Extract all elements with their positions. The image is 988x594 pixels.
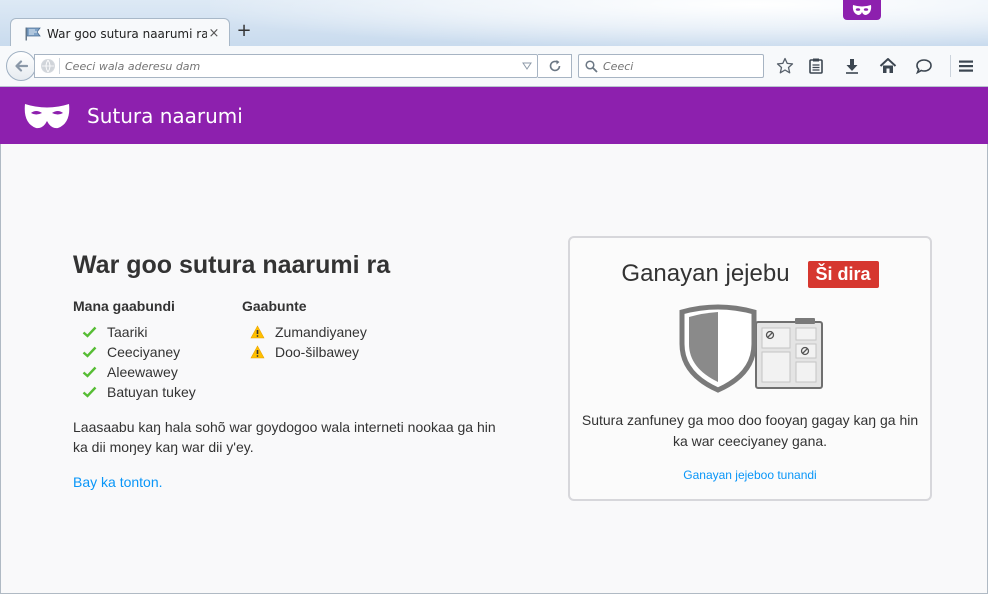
tab-close-icon[interactable]: × (207, 26, 221, 41)
check-icon (82, 385, 97, 399)
home-icon (879, 58, 897, 73)
saved-list: Taariki Ceeciyaney Aleewawey Batuyan tuk… (82, 322, 196, 402)
mask-icon (852, 5, 872, 15)
page-title: Sutura naarumi (87, 103, 243, 128)
clipboard-icon (809, 58, 823, 74)
list-item: Doo-šilbawey (250, 342, 367, 362)
back-arrow-icon (15, 60, 28, 72)
saved-item-label: Taariki (107, 324, 148, 340)
tab-title: War goo sutura naarumi ra (47, 26, 207, 41)
check-icon (82, 365, 97, 379)
kept-heading: Gaabunte (242, 298, 307, 314)
shield-illustration-icon (679, 304, 823, 393)
url-bar[interactable] (34, 54, 538, 78)
menu-button[interactable] (955, 55, 977, 77)
private-browsing-description: Laasaabu kaŋ hala sohõ war goydogoo wala… (73, 419, 496, 455)
private-browsing-header: Sutura naarumi (0, 87, 988, 144)
hamburger-menu-icon (959, 60, 973, 72)
tracking-protection-card: Ganayan jejebu Ši dira Sutura zanfuney g… (568, 236, 932, 501)
tracking-protection-description: Sutura zanfuney ga moo doo fooyaŋ gagay … (581, 412, 919, 449)
star-icon (776, 57, 794, 74)
saved-heading: Mana gaabundi (73, 298, 175, 314)
back-button[interactable] (6, 51, 36, 81)
new-tab-button[interactable]: + (236, 22, 252, 40)
bookmark-button[interactable] (774, 55, 796, 77)
list-item: Batuyan tukey (82, 382, 196, 402)
speech-bubble-icon (916, 59, 932, 75)
reading-list-button[interactable] (805, 55, 827, 77)
reload-icon (549, 60, 560, 72)
tracking-protection-link[interactable]: Ganayan jejeboo tunandi (570, 468, 930, 482)
saved-item-label: Batuyan tukey (107, 384, 196, 400)
tab-active[interactable]: War goo sutura naarumi ra × (10, 18, 230, 48)
private-page-favicon-icon (25, 26, 41, 42)
search-icon (585, 59, 599, 73)
url-separator (59, 58, 60, 74)
warning-icon (250, 325, 265, 339)
url-dropdown-icon[interactable] (517, 55, 537, 77)
tracking-protection-title-row: Ganayan jejebu Ši dira (570, 260, 930, 288)
tracking-protection-title: Ganayan jejebu (621, 260, 790, 287)
private-browsing-heading: War goo sutura naarumi ra (73, 251, 391, 279)
saved-item-label: Ceeciyaney (107, 344, 181, 360)
reload-button[interactable] (538, 54, 572, 78)
window-titlebar: War goo sutura naarumi ra × + (0, 0, 988, 48)
kept-item-label: Doo-šilbawey (275, 344, 360, 360)
globe-icon (41, 59, 55, 73)
check-icon (82, 325, 97, 339)
kept-list: Zumandiyaney Doo-šilbawey (250, 322, 367, 362)
check-icon (82, 345, 97, 359)
search-input[interactable] (603, 59, 763, 73)
warning-icon (250, 345, 265, 359)
toolbar-separator (950, 55, 951, 77)
list-item: Taariki (82, 322, 196, 342)
mask-icon (23, 100, 71, 132)
tracking-protection-status-badge: Ši dira (807, 260, 879, 288)
kept-item-label: Zumandiyaney (275, 324, 367, 340)
list-item: Aleewawey (82, 362, 196, 382)
search-bar[interactable] (578, 54, 764, 78)
url-input[interactable] (65, 59, 517, 73)
list-item: Ceeciyaney (82, 342, 196, 362)
home-button[interactable] (877, 55, 899, 77)
navigation-toolbar (0, 46, 988, 87)
list-item: Zumandiyaney (250, 322, 367, 342)
downloads-button[interactable] (841, 55, 863, 77)
saved-item-label: Aleewawey (107, 364, 178, 380)
chat-button[interactable] (913, 55, 935, 77)
private-browsing-indicator (843, 0, 881, 20)
download-arrow-icon (846, 59, 858, 74)
learn-more-link[interactable]: Bay ka tonton. (73, 474, 163, 490)
main-content: War goo sutura naarumi ra Mana gaabundi … (0, 144, 988, 594)
